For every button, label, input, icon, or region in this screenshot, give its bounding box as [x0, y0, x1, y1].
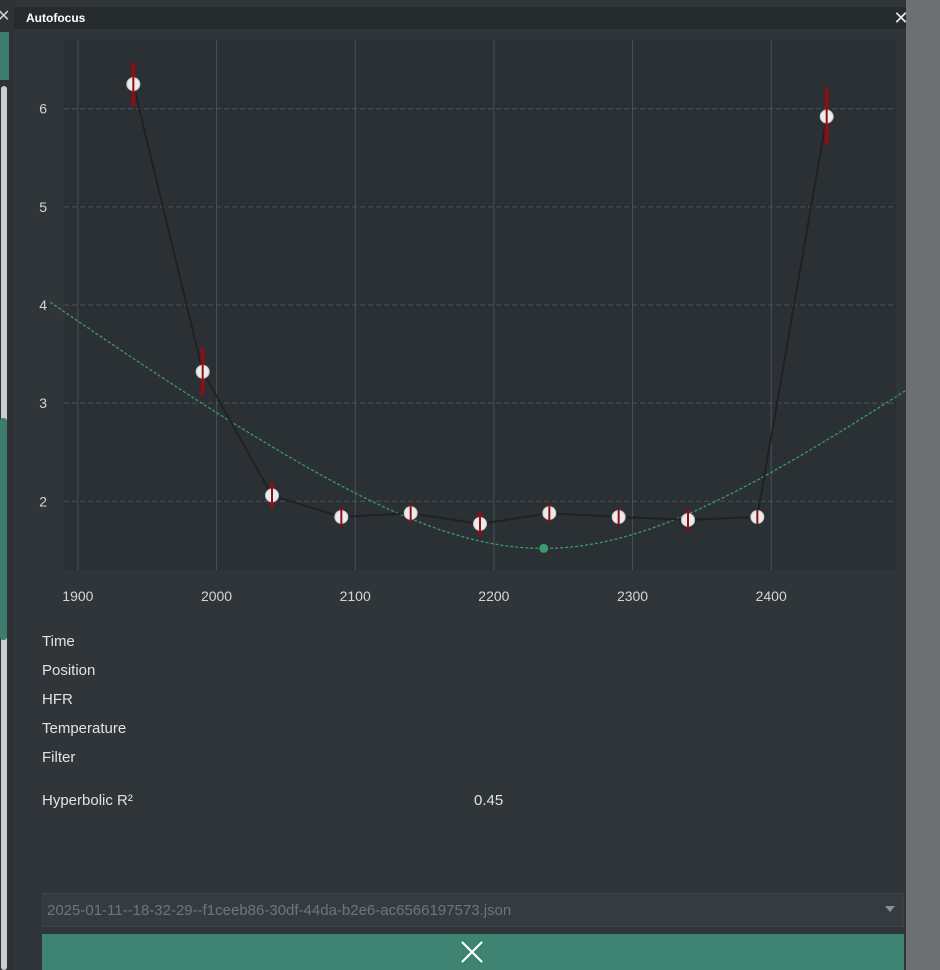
filter-label: Filter	[42, 749, 76, 766]
x-tick-label: 2300	[617, 588, 648, 604]
y-tick-label: 2	[39, 493, 47, 509]
y-tick-label: 3	[39, 395, 47, 411]
time-label: Time	[42, 633, 75, 650]
autofocus-chart: 1900 2000 2100 2200 2300 2400 2 3 4 5 6	[39, 40, 906, 604]
accent-tab	[0, 32, 9, 80]
x-tick-label: 2000	[201, 588, 232, 604]
close-button[interactable]: ✕	[892, 9, 910, 27]
temperature-label: Temperature	[42, 720, 127, 737]
x-tick-label: 2100	[340, 588, 371, 604]
fit-minimum-point	[539, 543, 549, 553]
x-tick-label: 2200	[478, 588, 509, 604]
window-title: Autofocus	[26, 11, 86, 25]
close-icon[interactable]: ✕	[0, 8, 11, 26]
accent-tab	[0, 418, 7, 640]
r2-value: 0.45	[474, 792, 504, 809]
x-tick-label: 1900	[62, 588, 93, 604]
y-tick-label: 4	[39, 297, 47, 313]
title-bar: Autofocus ✕	[14, 7, 909, 29]
hfr-label: HFR	[42, 691, 73, 708]
autofocus-window: Autofocus ✕ 1900 2000 2100 2200 2300 2400 2 3 4 5…	[14, 0, 909, 970]
background-area	[906, 0, 940, 970]
close-icon	[461, 941, 483, 963]
position-label: Position	[42, 662, 96, 679]
r2-label: Hyperbolic R²	[42, 792, 133, 809]
file-select-value: 2025-01-11--18-32-29--f1ceeb86-30df-44da…	[47, 902, 512, 919]
y-tick-label: 5	[39, 199, 47, 215]
file-select-dropdown[interactable]: 2025-01-11--18-32-29--f1ceeb86-30df-44da…	[42, 893, 904, 927]
clear-button[interactable]	[42, 934, 904, 970]
close-icon: ✕	[893, 8, 909, 28]
x-tick-label: 2400	[756, 588, 787, 604]
chart-grid	[64, 40, 896, 570]
background-panel: ✕	[0, 0, 14, 970]
y-tick-label: 6	[39, 101, 47, 117]
chevron-down-icon	[885, 906, 895, 912]
